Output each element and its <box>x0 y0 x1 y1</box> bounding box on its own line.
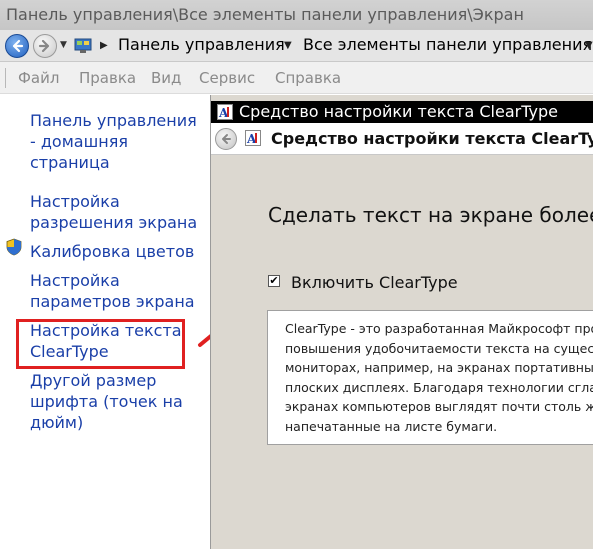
history-dropdown-icon[interactable]: ▼ <box>60 40 67 50</box>
forward-button[interactable] <box>33 34 57 58</box>
sidebar-link-line: разрешения экрана <box>30 213 198 232</box>
sidebar-link-home[interactable]: Панель управления - домашняя страница <box>30 110 205 173</box>
description-line: мониторах, например, на экранах портатив… <box>285 360 593 375</box>
cleartype-app-icon: A <box>217 104 233 120</box>
sidebar-link-line: параметров экрана <box>30 292 195 311</box>
menu-separator <box>5 68 6 88</box>
arrow-right-icon <box>38 39 50 53</box>
cleartype-back-button[interactable] <box>215 128 237 150</box>
breadcrumb-control-panel[interactable]: Панель управления <box>118 35 285 54</box>
highlight-box <box>16 319 185 369</box>
description-line: ClearType - это разработанная Майкрософт… <box>285 321 593 336</box>
sidebar-link-display-settings[interactable]: Настройка параметров экрана <box>30 270 205 312</box>
cleartype-description: ClearType - это разработанная Майкрософт… <box>267 310 593 445</box>
sidebar-link-line: - домашняя <box>30 132 128 151</box>
sidebar-link-line: Калибровка цветов <box>30 242 195 261</box>
cleartype-checkbox-label[interactable]: Включить ClearType <box>291 273 458 292</box>
arrow-left-icon <box>222 134 231 144</box>
shield-icon <box>6 238 22 256</box>
sidebar-link-line: страница <box>30 153 110 172</box>
menu-help[interactable]: Справка <box>275 62 341 94</box>
description-line: экранах компьютеров выглядят почти столь… <box>285 399 593 414</box>
sidebar-link-color-calibration[interactable]: Калибровка цветов <box>30 241 205 262</box>
breadcrumb-separator-icon[interactable]: ▶ <box>100 40 108 51</box>
menu-edit[interactable]: Правка <box>79 62 136 94</box>
cleartype-heading: Сделать текст на экране более у <box>268 203 593 227</box>
sidebar-link-dpi[interactable]: Другой размер шрифта (точек на дюйм) <box>30 370 205 433</box>
window-title: Панель управления\Все элементы панели уп… <box>0 0 593 30</box>
back-button[interactable] <box>5 34 29 58</box>
breadcrumb-dropdown-icon[interactable]: ▼ <box>585 40 593 51</box>
cleartype-nav-title: Средство настройки текста ClearType <box>271 129 593 148</box>
sidebar-link-line: Другой размер <box>30 371 157 390</box>
sidebar-link-resolution[interactable]: Настройка разрешения экрана <box>30 191 205 233</box>
sidebar-link-line: Настройка <box>30 192 120 211</box>
breadcrumb-all-items[interactable]: Все элементы панели управления <box>303 35 592 54</box>
address-bar: ▼ ▶ Панель управления ▼ Все элементы пан… <box>0 30 593 62</box>
cleartype-window-title: Средство настройки текста ClearType <box>239 102 558 121</box>
menu-view[interactable]: Вид <box>151 62 181 94</box>
checkmark-icon: ✔ <box>269 274 279 287</box>
arrow-left-icon <box>12 39 24 53</box>
sidebar-link-line: Панель управления <box>30 111 197 130</box>
control-panel-icon <box>74 38 92 53</box>
cleartype-app-icon: A <box>245 130 261 146</box>
menu-file[interactable]: Файл <box>18 62 59 94</box>
description-line: повышения удобочитаемости текста на суще… <box>285 340 593 356</box>
menu-tools[interactable]: Сервис <box>199 62 255 94</box>
cleartype-nav-bar: A Средство настройки текста ClearType <box>211 123 593 155</box>
description-line: плоских дисплеях. Благодаря технологии с… <box>285 379 593 395</box>
description-line: напечатанные на листе бумаги. <box>285 418 498 434</box>
sidebar-link-line: шрифта (точек на <box>30 392 183 411</box>
menu-bar: Файл Правка Вид Сервис Справка <box>0 62 593 94</box>
sidebar-link-line: дюйм) <box>30 413 84 432</box>
cleartype-panel: A Средство настройки текста ClearType A … <box>210 95 593 549</box>
sidebar: Панель управления - домашняя страница На… <box>0 95 210 549</box>
breadcrumb-dropdown-icon[interactable]: ▼ <box>284 40 292 51</box>
cleartype-window-titlebar: A Средство настройки текста ClearType <box>211 101 593 123</box>
cleartype-checkbox[interactable]: ✔ <box>268 275 280 287</box>
sidebar-link-line: Настройка <box>30 271 120 290</box>
